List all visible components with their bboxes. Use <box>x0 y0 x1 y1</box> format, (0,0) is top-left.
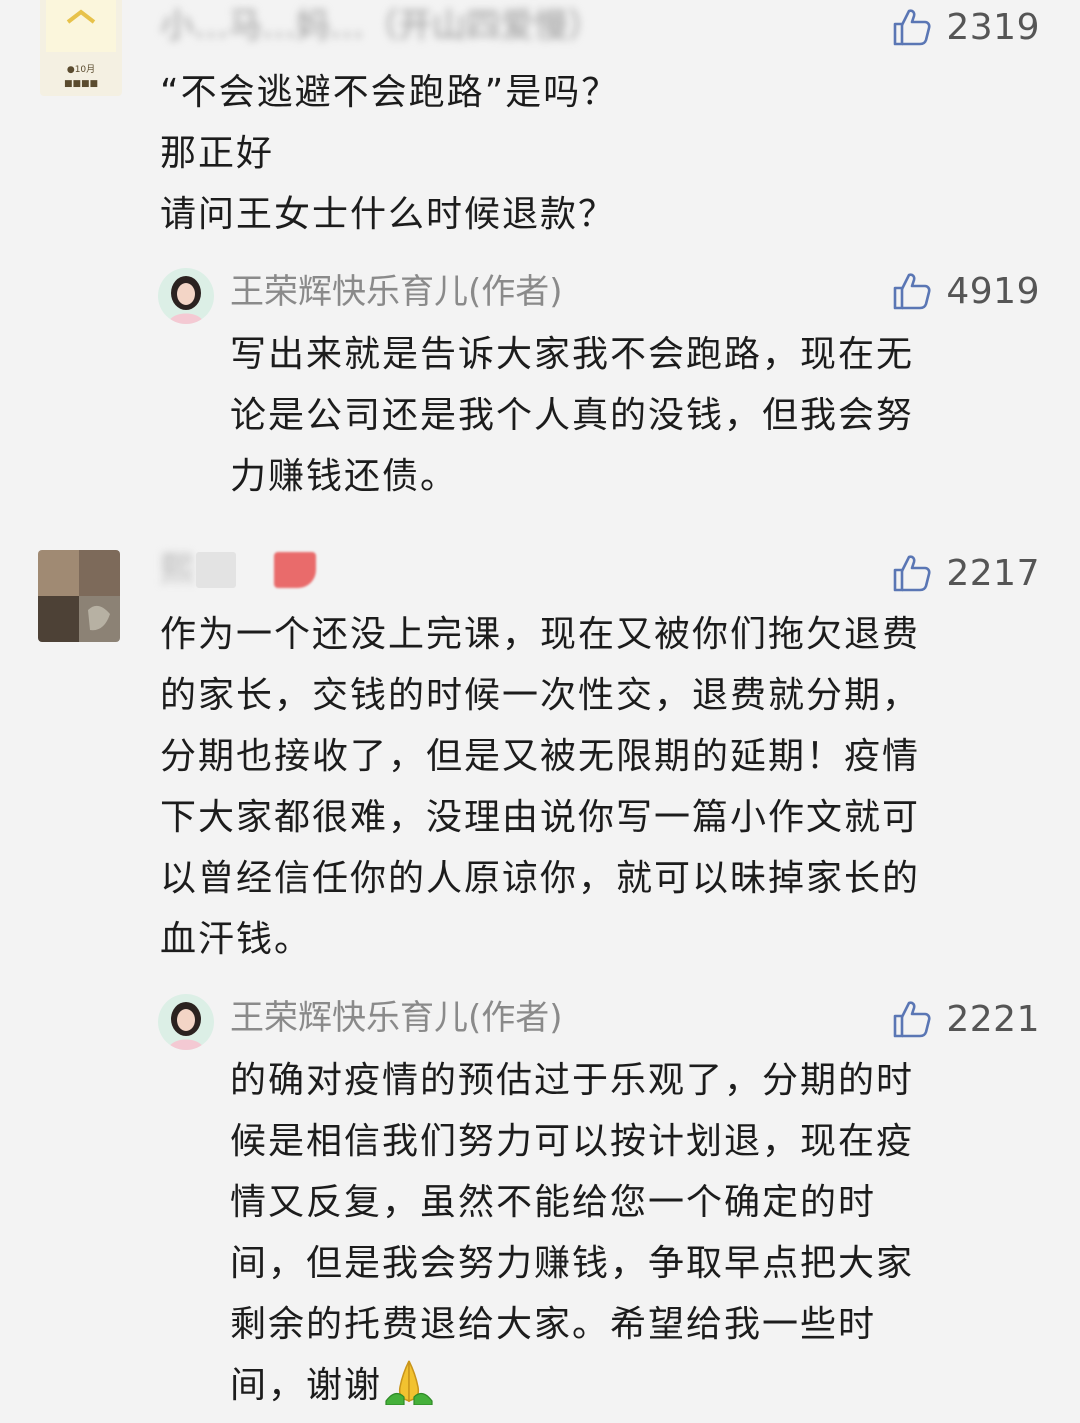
like-count: 2319 <box>946 6 1040 48</box>
svg-text:●10月: ●10月 <box>67 64 95 75</box>
like-button[interactable]: 2221 <box>892 994 1040 1044</box>
reply-username[interactable]: 王荣辉快乐育儿(作者) <box>230 272 563 312</box>
avatar[interactable] <box>38 550 120 642</box>
text-line: “不会逃避不会跑路”是吗？ <box>160 72 620 113</box>
thumbs-up-icon <box>894 555 931 592</box>
like-button[interactable]: 4919 <box>892 266 1040 316</box>
text-line: 那正好 <box>160 133 275 174</box>
like-button[interactable]: 2319 <box>892 2 1040 52</box>
reply-text: 写出来就是告诉大家我不会跑路，现在无 论是公司还是我个人真的没钱，但我会努 力赚… <box>230 324 914 507</box>
comment-text: 作为一个还没上完课，现在又被你们拖欠退费 的家长，交钱的时候一次性交，退费就分期… <box>160 604 920 970</box>
like-count: 2217 <box>946 552 1040 594</box>
thumbs-up-icon <box>894 1001 931 1038</box>
text-line-content: 间，谢谢 <box>230 1365 383 1406</box>
thumbs-up-icon <box>894 273 931 310</box>
badge-icon <box>274 552 316 588</box>
text-line: 候是相信我们努力可以按计划退，现在疫 <box>230 1121 915 1162</box>
text-line: 的确对疫情的预估过于乐观了，分期的时 <box>230 1060 915 1101</box>
reply-text: 的确对疫情的预估过于乐观了，分期的时 候是相信我们努力可以按计划退，现在疫 情又… <box>230 1050 914 1416</box>
text-line: 剩余的托费退给大家。希望给我一些时 <box>230 1304 877 1345</box>
comment-text: “不会逃避不会跑路”是吗？ 那正好 请问王女士什么时候退款？ <box>160 62 619 245</box>
text-line: 间，谢谢 <box>230 1355 914 1416</box>
text-line: 以曾经信任你的人原谅你，就可以昧掉家长的 <box>160 858 921 899</box>
like-button[interactable]: 2217 <box>892 548 1040 598</box>
folded-hands-emoji-icon <box>385 1360 433 1405</box>
author-avatar[interactable] <box>158 268 214 324</box>
thumbs-up-icon <box>894 9 931 46</box>
text-line: 论是公司还是我个人真的没钱，但我会努 <box>230 395 915 436</box>
comment-username[interactable]: 熙 <box>160 550 194 590</box>
text-line: 写出来就是告诉大家我不会跑路，现在无 <box>230 334 915 375</box>
reply-username[interactable]: 王荣辉快乐育儿(作者) <box>230 998 563 1038</box>
text-line: 分期也接收了，但是又被无限期的延期！疫情 <box>160 736 921 777</box>
comment-thread: ●10月 ■■■■ 小…马…妈…（开山四爱慢） 2319 “不会逃避不会跑路”是… <box>0 0 1080 1423</box>
text-line: 力赚钱还债。 <box>230 456 459 497</box>
username-blur-mask <box>196 552 236 588</box>
comment-username[interactable]: 小…马…妈…（开山四爱慢） <box>160 6 602 46</box>
author-avatar[interactable] <box>158 994 214 1050</box>
text-line: 请问王女士什么时候退款？ <box>160 194 617 235</box>
like-count: 2221 <box>946 998 1040 1040</box>
text-line: 的家长，交钱的时候一次性交，退费就分期， <box>160 675 921 716</box>
text-line: 血汗钱。 <box>160 919 313 960</box>
svg-text:■■■■: ■■■■ <box>64 79 98 89</box>
avatar[interactable]: ●10月 ■■■■ <box>40 0 122 96</box>
like-count: 4919 <box>946 270 1040 312</box>
text-line: 下大家都很难，没理由说你写一篇小作文就可 <box>160 797 921 838</box>
text-line: 间，但是我会努力赚钱，争取早点把大家 <box>230 1243 915 1284</box>
text-line: 作为一个还没上完课，现在又被你们拖欠退费 <box>160 614 921 655</box>
text-line: 情又反复，虽然不能给您一个确定的时 <box>230 1182 877 1223</box>
